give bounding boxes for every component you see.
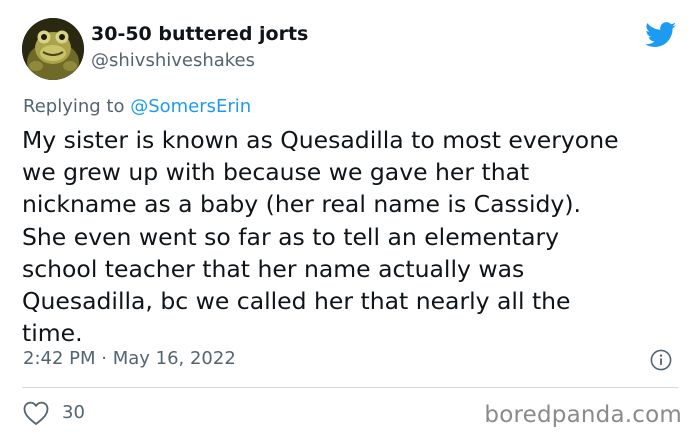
- author-handle[interactable]: @shivshiveshakes: [91, 49, 308, 73]
- author-info: 30-50 buttered jorts @shivshiveshakes: [91, 22, 308, 73]
- divider: [22, 387, 678, 388]
- reply-prefix: Replying to: [23, 96, 131, 117]
- like-button[interactable]: 30: [22, 399, 85, 427]
- like-count: 30: [62, 402, 85, 423]
- tweet-card: 30-50 buttered jorts @shivshiveshakes Re…: [0, 0, 700, 441]
- reply-context: Replying to @SomersErin: [23, 95, 251, 119]
- avatar[interactable]: [22, 18, 84, 80]
- frog-avatar-icon: [22, 18, 84, 80]
- tweet-text-line: we grew up with because we gave her that: [22, 158, 530, 187]
- tweet-text-line: Quesadilla, bc we called her that nearly…: [22, 287, 571, 316]
- tweet-text-line: My sister is known as Quesadilla to most…: [22, 126, 619, 154]
- tweet-text-line: She even went so far as to tell an eleme…: [22, 222, 560, 251]
- info-icon[interactable]: [650, 349, 672, 371]
- tweet-text: My sister is known as Quesadilla to most…: [22, 124, 682, 349]
- reply-mention-link[interactable]: @SomersErin: [130, 96, 251, 117]
- tweet-text-line: nickname as a baby (her real name is Cas…: [22, 190, 581, 219]
- tweet-timestamp[interactable]: 2:42 PM · May 16, 2022: [23, 347, 236, 371]
- tweet-text-line: time.: [22, 319, 83, 348]
- watermark: boredpanda.com: [484, 402, 682, 428]
- author-display-name[interactable]: 30-50 buttered jorts: [91, 22, 308, 46]
- heart-icon: [23, 401, 49, 425]
- twitter-bird-icon: [645, 22, 677, 48]
- tweet-text-line: school teacher that her name actually wa…: [22, 254, 525, 283]
